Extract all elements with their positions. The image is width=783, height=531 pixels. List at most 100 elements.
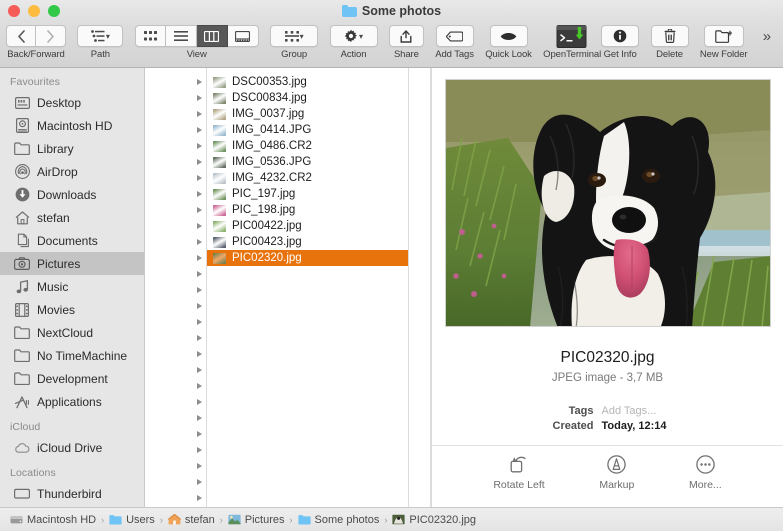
- file-list-item[interactable]: PIC02320.jpg: [207, 250, 408, 266]
- disclosure-arrow-row[interactable]: [145, 378, 206, 394]
- browser-column-files[interactable]: DSC00353.jpgDSC00834.jpgIMG_0037.jpgIMG_…: [207, 68, 409, 507]
- disclosure-arrow-row[interactable]: [145, 218, 206, 234]
- delete-button[interactable]: [651, 25, 689, 47]
- browser-column-empty[interactable]: [409, 68, 431, 507]
- browser-column-previous[interactable]: [145, 68, 207, 507]
- file-list-item[interactable]: PIC00423.jpg: [207, 234, 408, 250]
- get-info-button[interactable]: [601, 25, 639, 47]
- rotate-left-button[interactable]: Rotate Left: [493, 455, 544, 491]
- sidebar-item-eos-digital[interactable]: EOS_DIGITAL ⏏: [0, 505, 144, 507]
- breadcrumb-item[interactable]: Pictures: [228, 514, 285, 526]
- group-button[interactable]: ▾: [270, 25, 318, 47]
- preview-actions: Rotate Left Markup: [432, 445, 783, 507]
- back-button[interactable]: [6, 25, 36, 47]
- sidebar-item-movies[interactable]: Movies: [0, 298, 144, 321]
- disclosure-arrow-row[interactable]: [145, 106, 206, 122]
- more-button[interactable]: More...: [689, 455, 722, 491]
- zoom-button[interactable]: [48, 5, 60, 17]
- disclosure-arrow-row[interactable]: [145, 250, 206, 266]
- disclosure-arrow-row[interactable]: [145, 154, 206, 170]
- file-list-item[interactable]: IMG_0414.JPG: [207, 122, 408, 138]
- breadcrumb-item[interactable]: Users: [109, 514, 155, 526]
- sidebar-item-nextcloud[interactable]: NextCloud: [0, 321, 144, 344]
- add-tags-field[interactable]: Add Tags...: [602, 405, 754, 417]
- disclosure-arrow-row[interactable]: [145, 74, 206, 90]
- disclosure-arrow-row[interactable]: [145, 314, 206, 330]
- view-icon-button[interactable]: [135, 25, 166, 47]
- disclosure-arrow-row[interactable]: [145, 490, 206, 506]
- sidebar-item-development[interactable]: Development: [0, 367, 144, 390]
- breadcrumb-item[interactable]: stefan: [168, 514, 215, 526]
- disclosure-arrow-row[interactable]: [145, 474, 206, 490]
- home-icon: [14, 210, 30, 226]
- disclosure-arrow-row[interactable]: [145, 442, 206, 458]
- file-list-item[interactable]: IMG_0486.CR2: [207, 138, 408, 154]
- disclosure-arrow-row[interactable]: [145, 90, 206, 106]
- view-column-button[interactable]: [197, 25, 228, 47]
- sidebar-item-desktop[interactable]: Desktop: [0, 91, 144, 114]
- sidebar-item-documents[interactable]: Documents: [0, 229, 144, 252]
- disclosure-arrow-row[interactable]: [145, 426, 206, 442]
- sidebar-item-downloads[interactable]: Downloads: [0, 183, 144, 206]
- toolbar-label-get-info: Get Info: [604, 49, 637, 60]
- file-list-item[interactable]: PIC00422.jpg: [207, 218, 408, 234]
- view-list-button[interactable]: [166, 25, 197, 47]
- disclosure-arrow-row[interactable]: [145, 266, 206, 282]
- new-folder-button[interactable]: [704, 25, 744, 47]
- disclosure-arrow-row[interactable]: [145, 186, 206, 202]
- disclosure-arrow-row[interactable]: [145, 298, 206, 314]
- disclosure-arrow-row[interactable]: [145, 282, 206, 298]
- markup-button[interactable]: Markup: [599, 455, 634, 491]
- sidebar-item-label: Applications: [37, 395, 102, 409]
- sidebar-item-applications[interactable]: Applications: [0, 390, 144, 413]
- sidebar-item-label: No TimeMachine: [37, 349, 127, 363]
- chevron-right-icon: [197, 399, 202, 405]
- quick-look-button[interactable]: [490, 25, 528, 47]
- disclosure-arrow-row[interactable]: [145, 506, 206, 507]
- disclosure-arrow-row[interactable]: [145, 346, 206, 362]
- sidebar-item-music[interactable]: Music: [0, 275, 144, 298]
- minimize-button[interactable]: [28, 5, 40, 17]
- disclosure-arrow-row[interactable]: [145, 458, 206, 474]
- toolbar-overflow-button[interactable]: »: [757, 25, 777, 47]
- file-list-item[interactable]: DSC00353.jpg: [207, 74, 408, 90]
- breadcrumb-item[interactable]: Some photos: [298, 514, 380, 526]
- sidebar-item-thunderbird[interactable]: Thunderbird: [0, 482, 144, 505]
- disclosure-arrow-row[interactable]: [145, 394, 206, 410]
- open-terminal-button[interactable]: [556, 24, 588, 49]
- add-tags-button[interactable]: [436, 25, 474, 47]
- disclosure-arrow-row[interactable]: [145, 330, 206, 346]
- sidebar-item-library[interactable]: Library: [0, 137, 144, 160]
- disclosure-arrow-row[interactable]: [145, 410, 206, 426]
- disclosure-arrow-row[interactable]: [145, 234, 206, 250]
- file-list-item[interactable]: IMG_0536.JPG: [207, 154, 408, 170]
- chevron-right-icon: [197, 415, 202, 421]
- forward-button[interactable]: [36, 25, 66, 47]
- sidebar-item-pictures[interactable]: Pictures: [0, 252, 144, 275]
- sidebar-item-airdrop[interactable]: AirDrop: [0, 160, 144, 183]
- share-button[interactable]: [389, 25, 424, 47]
- disclosure-arrow-row[interactable]: [145, 122, 206, 138]
- sidebar-item-stefan[interactable]: stefan: [0, 206, 144, 229]
- disclosure-arrow-row[interactable]: [145, 202, 206, 218]
- file-list-item[interactable]: IMG_0037.jpg: [207, 106, 408, 122]
- sidebar-item-macintosh-hd[interactable]: Macintosh HD: [0, 114, 144, 137]
- file-list-item[interactable]: DSC00834.jpg: [207, 90, 408, 106]
- sidebar-item-no-timemachine[interactable]: No TimeMachine: [0, 344, 144, 367]
- file-list-item[interactable]: IMG_4232.CR2: [207, 170, 408, 186]
- music-icon: [14, 279, 30, 295]
- file-list-item[interactable]: PIC_198.jpg: [207, 202, 408, 218]
- window-title: Some photos: [362, 4, 441, 18]
- disclosure-arrow-row[interactable]: [145, 170, 206, 186]
- disclosure-arrow-row[interactable]: [145, 362, 206, 378]
- view-gallery-button[interactable]: [228, 25, 259, 47]
- file-list-item[interactable]: PIC_197.jpg: [207, 186, 408, 202]
- action-button[interactable]: ▾: [330, 25, 378, 47]
- breadcrumb-item[interactable]: PIC02320.jpg: [392, 514, 476, 526]
- sidebar-item-label: Desktop: [37, 96, 81, 110]
- breadcrumb-item[interactable]: Macintosh HD: [10, 514, 96, 526]
- path-button[interactable]: ▾: [77, 25, 123, 47]
- sidebar-item-icloud-drive[interactable]: iCloud Drive: [0, 436, 144, 459]
- disclosure-arrow-row[interactable]: [145, 138, 206, 154]
- close-button[interactable]: [8, 5, 20, 17]
